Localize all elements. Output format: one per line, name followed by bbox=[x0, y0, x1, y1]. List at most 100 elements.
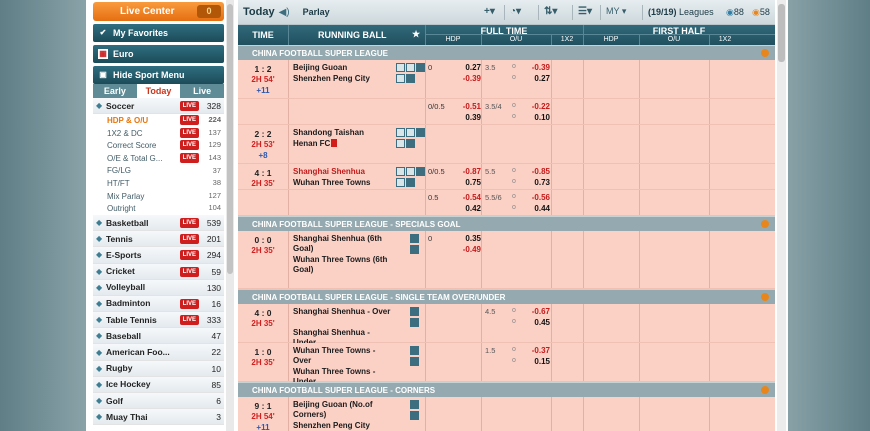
statistics-s-icon[interactable] bbox=[406, 139, 415, 148]
league-favorite-icon[interactable] bbox=[761, 220, 769, 228]
league-favorite-icon[interactable] bbox=[761, 293, 769, 301]
odds-under[interactable]: 0.44 bbox=[518, 204, 550, 213]
clock-icon[interactable]: ◔▾ bbox=[510, 6, 521, 17]
sidebar-subitem[interactable]: Mix Parlay 127 bbox=[93, 189, 224, 203]
sidebar-item-sport[interactable]: ◆ Tennis LIVE 201 bbox=[93, 231, 224, 248]
parlay-tab[interactable]: Parlay bbox=[303, 7, 330, 17]
favorite-star-icon[interactable] bbox=[410, 346, 419, 355]
odds-away[interactable]: -0.49 bbox=[449, 245, 481, 254]
more-bets-link[interactable]: +11 bbox=[238, 423, 288, 431]
info-icon[interactable] bbox=[396, 74, 405, 83]
live-tv-icon[interactable] bbox=[406, 167, 415, 176]
info-icon[interactable] bbox=[396, 178, 405, 187]
statistics-s-icon[interactable] bbox=[410, 318, 419, 327]
sidebar-item-sport[interactable]: ◆ American Foo... 22 bbox=[93, 344, 224, 361]
sidebar-subitem[interactable]: FG/LG 37 bbox=[93, 164, 224, 178]
odds-over[interactable]: -0.67 bbox=[518, 307, 550, 316]
league-favorite-icon[interactable] bbox=[761, 386, 769, 394]
league-favorite-icon[interactable] bbox=[761, 49, 769, 57]
sidebar-scroll-thumb[interactable] bbox=[227, 4, 233, 274]
sidebar-item-sport[interactable]: ◆ Volleyball 130 bbox=[93, 279, 224, 296]
odds-away[interactable]: 0.39 bbox=[449, 113, 481, 122]
favorite-star-icon[interactable] bbox=[410, 234, 419, 243]
odds-over[interactable]: -0.39 bbox=[518, 63, 550, 72]
sidebar-item-sport[interactable]: ◆ Badminton LIVE 16 bbox=[93, 295, 224, 313]
odds-over[interactable]: -0.37 bbox=[518, 346, 550, 355]
euro-header[interactable]: ▦ Euro bbox=[93, 45, 224, 63]
stats-icon[interactable] bbox=[396, 63, 405, 72]
sidebar-item-sport[interactable]: ◆ Baseball 47 bbox=[93, 328, 224, 345]
odds-under[interactable]: 0.27 bbox=[518, 74, 550, 83]
sidebar-subitem[interactable]: 1X2 & DC LIVE 137 bbox=[93, 126, 224, 140]
counter-a[interactable]: ◉88 bbox=[726, 7, 744, 18]
tab-early[interactable]: Early bbox=[93, 84, 137, 98]
sidebar-item-sport[interactable]: ◆ Rugby 10 bbox=[93, 360, 224, 377]
list-view-icon[interactable]: ☰▾ bbox=[578, 6, 592, 17]
league-header[interactable]: CHINA FOOTBALL SUPER LEAGUE bbox=[238, 45, 775, 60]
statistics-s-icon[interactable] bbox=[410, 245, 419, 254]
odds-over[interactable]: -0.22 bbox=[518, 102, 550, 111]
odds-under[interactable]: 0.73 bbox=[518, 178, 550, 187]
main-scroll-thumb[interactable] bbox=[778, 4, 785, 62]
statistics-s-icon[interactable] bbox=[410, 357, 419, 366]
odds-under[interactable]: 0.10 bbox=[518, 113, 550, 122]
live-tv-icon[interactable] bbox=[406, 63, 415, 72]
sidebar-scrollbar[interactable] bbox=[226, 0, 234, 431]
sidebar-item-sport[interactable]: ◆ Soccer LIVE 328 bbox=[93, 98, 224, 115]
sidebar-subitem[interactable]: HDP & O/U LIVE 224 bbox=[93, 114, 224, 127]
favorite-star-icon[interactable] bbox=[416, 63, 425, 72]
sidebar-subitem[interactable]: Correct Score LIVE 129 bbox=[93, 139, 224, 152]
odds-under[interactable]: 0.45 bbox=[518, 318, 550, 327]
stats-icon[interactable] bbox=[396, 128, 405, 137]
my-favorites-header[interactable]: ✔ My Favorites bbox=[93, 24, 224, 42]
tab-live[interactable]: Live bbox=[180, 84, 224, 98]
statistics-s-icon[interactable] bbox=[410, 411, 419, 420]
hide-sport-menu-header[interactable]: ▣ Hide Sport Menu bbox=[93, 66, 224, 84]
odds-home[interactable]: -0.87 bbox=[449, 167, 481, 176]
sidebar-subitem[interactable]: HT/FT 38 bbox=[93, 177, 224, 190]
league-header[interactable]: CHINA FOOTBALL SUPER LEAGUE - SPECIALS G… bbox=[238, 216, 775, 231]
league-header[interactable]: CHINA FOOTBALL SUPER LEAGUE - SINGLE TEA… bbox=[238, 289, 775, 304]
sidebar-item-sport[interactable]: ◆ Basketball LIVE 539 bbox=[93, 214, 224, 232]
sidebar-item-sport[interactable]: ◆ Table Tennis LIVE 333 bbox=[93, 312, 224, 329]
odds-over[interactable]: -0.56 bbox=[518, 193, 550, 202]
counter-b[interactable]: ◉58 bbox=[752, 7, 770, 18]
sidebar-item-sport[interactable]: ◆ Golf 6 bbox=[93, 393, 224, 410]
statistics-s-icon[interactable] bbox=[406, 74, 415, 83]
info-icon[interactable] bbox=[396, 139, 405, 148]
odds-away[interactable]: 0.42 bbox=[449, 204, 481, 213]
odds-away[interactable]: -0.39 bbox=[449, 74, 481, 83]
live-center-button[interactable]: Live Center 0 bbox=[93, 2, 224, 21]
more-bets-link[interactable]: +8 bbox=[238, 151, 288, 160]
sidebar-item-sport[interactable]: ◆ Muay Thai 3 bbox=[93, 409, 224, 426]
leagues-filter[interactable]: (19/19) Leagues bbox=[648, 7, 714, 17]
favorite-star-icon[interactable] bbox=[416, 128, 425, 137]
sort-icon[interactable]: ⇅▾ bbox=[544, 6, 557, 17]
odds-away[interactable]: 0.75 bbox=[449, 178, 481, 187]
sidebar-subitem[interactable]: O/E & Total G... LIVE 143 bbox=[93, 151, 224, 165]
odds-home[interactable]: -0.54 bbox=[449, 193, 481, 202]
odds-over[interactable]: -0.85 bbox=[518, 167, 550, 176]
stats-icon[interactable] bbox=[396, 167, 405, 176]
main-scrollbar[interactable] bbox=[777, 0, 786, 431]
live-tv-icon[interactable] bbox=[406, 128, 415, 137]
statistics-s-icon[interactable] bbox=[406, 178, 415, 187]
league-header[interactable]: CHINA FOOTBALL SUPER LEAGUE - CORNERS bbox=[238, 382, 775, 397]
odds-under[interactable]: 0.15 bbox=[518, 357, 550, 366]
tab-today[interactable]: Today bbox=[136, 84, 181, 98]
sidebar-item-sport[interactable]: ◆ Ice Hockey 85 bbox=[93, 376, 224, 393]
more-bets-link[interactable]: +11 bbox=[238, 86, 288, 95]
odds-home[interactable]: 0.35 bbox=[449, 234, 481, 243]
sidebar-subitem[interactable]: Outright 104 bbox=[93, 202, 224, 215]
odds-type-select[interactable]: MY ▾ bbox=[606, 6, 626, 17]
odds-home[interactable]: -0.51 bbox=[449, 102, 481, 111]
favorite-star-icon[interactable] bbox=[410, 400, 419, 409]
speaker-icon[interactable]: ◀) bbox=[279, 7, 290, 18]
favorite-star-icon[interactable] bbox=[410, 307, 419, 316]
favorite-star-icon[interactable] bbox=[416, 167, 425, 176]
star-icon[interactable]: ★ bbox=[412, 29, 420, 40]
sidebar-item-sport[interactable]: ◆ Cricket LIVE 59 bbox=[93, 263, 224, 280]
odds-home[interactable]: 0.27 bbox=[449, 63, 481, 72]
sidebar-item-sport[interactable]: ◆ E-Sports LIVE 294 bbox=[93, 247, 224, 264]
add-icon[interactable]: +▾ bbox=[484, 6, 495, 17]
